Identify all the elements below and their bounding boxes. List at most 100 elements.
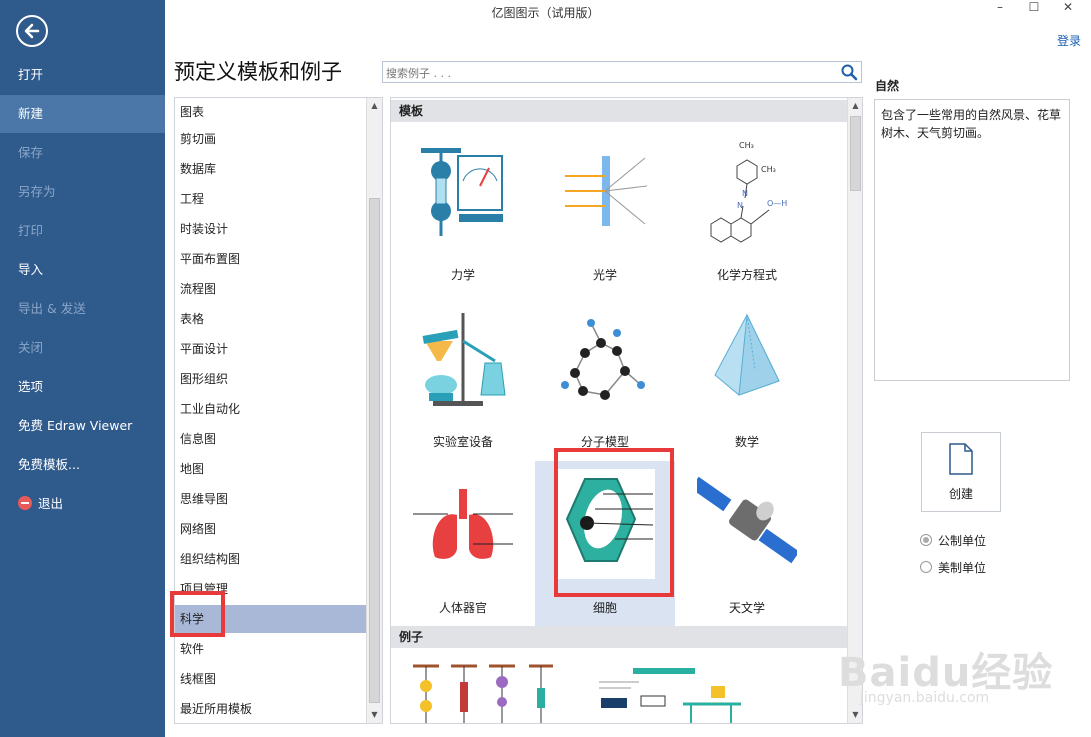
template-label: 实验室设备: [432, 435, 493, 449]
radio-icon: [920, 561, 932, 573]
category-mind-map[interactable]: 思维导图: [175, 485, 366, 513]
menu-save-as[interactable]: 另存为: [0, 173, 165, 211]
menu-export-send[interactable]: 导出 & 发送: [0, 290, 165, 328]
category-network[interactable]: 网络图: [175, 515, 366, 543]
menu-options-label: 选项: [18, 379, 44, 394]
example-thumbnail-mechanics[interactable]: [413, 658, 553, 724]
menu-save[interactable]: 保存: [0, 134, 165, 172]
template-chemical-equation[interactable]: CH₃ CH₃ N N O—H 化学方程式: [677, 128, 817, 293]
category-graphic-design[interactable]: 平面设计: [175, 335, 366, 363]
category-table[interactable]: 表格: [175, 305, 366, 333]
search-input[interactable]: 搜索例子 . . .: [382, 61, 862, 83]
template-label: 天文学: [728, 601, 765, 615]
category-graphic-organizer[interactable]: 图形组织: [175, 365, 366, 393]
maximize-button[interactable]: ☐: [1024, 0, 1044, 18]
back-arrow-icon: [24, 23, 40, 39]
category-org-chart[interactable]: 组织结构图: [175, 545, 366, 573]
preview-description: 包含了一些常用的自然风景、花草树木、天气剪切画。: [874, 99, 1070, 381]
backstage-sidebar: 打开 新建 保存 另存为 打印 导入 导出 & 发送 关闭 选项 免费 Edra…: [0, 0, 165, 737]
watermark-url: jingyan.baidu.com: [860, 690, 990, 706]
menu-viewer-label: 免费 Edraw Viewer: [18, 418, 133, 433]
template-label: 化学方程式: [716, 268, 777, 282]
examples-section-header: 例子: [391, 626, 847, 648]
menu-close-label: 关闭: [18, 340, 44, 355]
chemical-equation-icon: CH₃ CH₃ NN O—H: [710, 141, 787, 243]
lungs-icon: [413, 489, 513, 559]
radio-icon: [920, 534, 932, 546]
create-button[interactable]: 创建: [921, 432, 1001, 512]
search-icon[interactable]: [840, 63, 858, 81]
category-map[interactable]: 地图: [175, 455, 366, 483]
template-human-organs[interactable]: 人体器官: [393, 461, 533, 626]
category-database[interactable]: 数据库: [175, 155, 366, 183]
category-floor-plan[interactable]: 平面布置图: [175, 245, 366, 273]
menu-open[interactable]: 打开: [0, 56, 165, 94]
minimize-button[interactable]: –: [990, 0, 1010, 18]
menu-options[interactable]: 选项: [0, 368, 165, 406]
description-text: 包含了一些常用的自然风景、花草树木、天气剪切画。: [881, 108, 1062, 140]
menu-print-label: 打印: [18, 223, 44, 238]
example-thumbnail-experiment[interactable]: [591, 658, 751, 724]
menu-new[interactable]: 新建: [0, 95, 165, 133]
lab-equipment-icon: [422, 313, 506, 406]
template-optics[interactable]: 光学: [535, 128, 675, 293]
chem-n2: N: [737, 201, 743, 210]
scroll-down-icon[interactable]: ▼: [848, 707, 862, 723]
templates-section-header: 模板: [391, 100, 847, 122]
template-label: 数学: [734, 435, 759, 449]
menu-import-label: 导入: [18, 262, 44, 277]
scroll-thumb[interactable]: [850, 116, 861, 191]
menu-free-templates[interactable]: 免费模板...: [0, 446, 165, 484]
login-link[interactable]: 登录: [1057, 32, 1081, 49]
template-lab-equipment[interactable]: 实验室设备: [393, 295, 533, 460]
category-industrial-automation[interactable]: 工业自动化: [175, 395, 366, 423]
category-flowchart[interactable]: 流程图: [175, 275, 366, 303]
menu-free-viewer[interactable]: 免费 Edraw Viewer: [0, 407, 165, 445]
template-mechanics[interactable]: 力学: [393, 128, 533, 293]
menu-close[interactable]: 关闭: [0, 329, 165, 367]
chem-ch3-b: CH₃: [761, 165, 776, 174]
category-software[interactable]: 软件: [175, 635, 366, 663]
category-engineering[interactable]: 工程: [175, 185, 366, 213]
gallery-scrollbar[interactable]: ▲ ▼: [847, 98, 862, 723]
category-wireframe[interactable]: 线框图: [175, 665, 366, 693]
create-label: 创建: [948, 487, 973, 501]
category-chart[interactable]: 图表: [175, 98, 366, 126]
menu-save-as-label: 另存为: [18, 184, 56, 199]
category-infographic[interactable]: 信息图: [175, 425, 366, 453]
template-math[interactable]: 数学: [677, 295, 817, 460]
template-gallery: 模板 力学 光学 CH₃ CH₃ N N O—H 化学方程式 实验室设备 分子模…: [390, 97, 863, 724]
template-molecule-model[interactable]: 分子模型: [535, 295, 675, 460]
close-button[interactable]: ✕: [1058, 0, 1078, 18]
preview-title: 自然: [875, 79, 900, 93]
menu-new-label: 新建: [18, 106, 44, 121]
category-recent[interactable]: 最近所用模板: [175, 695, 366, 723]
new-document-icon: [949, 443, 973, 475]
category-fashion[interactable]: 时装设计: [175, 215, 366, 243]
category-scrollbar[interactable]: ▲ ▼: [366, 98, 382, 723]
exit-icon: [18, 496, 32, 510]
radio-us-label: 美制单位: [938, 561, 987, 575]
template-astronomy[interactable]: 天文学: [677, 461, 817, 626]
optics-icon: [565, 156, 648, 226]
template-label: 光学: [592, 268, 617, 282]
chem-oh: O—H: [767, 199, 787, 208]
molecule-model-icon: [561, 319, 645, 400]
template-label: 力学: [450, 268, 475, 282]
menu-print[interactable]: 打印: [0, 212, 165, 250]
scroll-down-icon[interactable]: ▼: [367, 707, 382, 723]
radio-us[interactable]: 美制单位: [920, 559, 986, 576]
chem-ch3-a: CH₃: [739, 141, 754, 150]
radio-metric[interactable]: 公制单位: [920, 532, 986, 549]
scroll-thumb[interactable]: [369, 198, 380, 703]
menu-import[interactable]: 导入: [0, 251, 165, 289]
scroll-up-icon[interactable]: ▲: [367, 98, 382, 114]
radio-metric-label: 公制单位: [938, 534, 987, 548]
template-label: 细胞: [592, 601, 617, 615]
scroll-up-icon[interactable]: ▲: [848, 98, 862, 114]
satellite-icon: [697, 476, 797, 564]
category-clipart[interactable]: 剪切画: [175, 125, 366, 153]
search-placeholder: 搜索例子 . . .: [386, 67, 451, 80]
pyramid-icon: [714, 313, 780, 396]
menu-exit[interactable]: 退出: [0, 485, 165, 523]
